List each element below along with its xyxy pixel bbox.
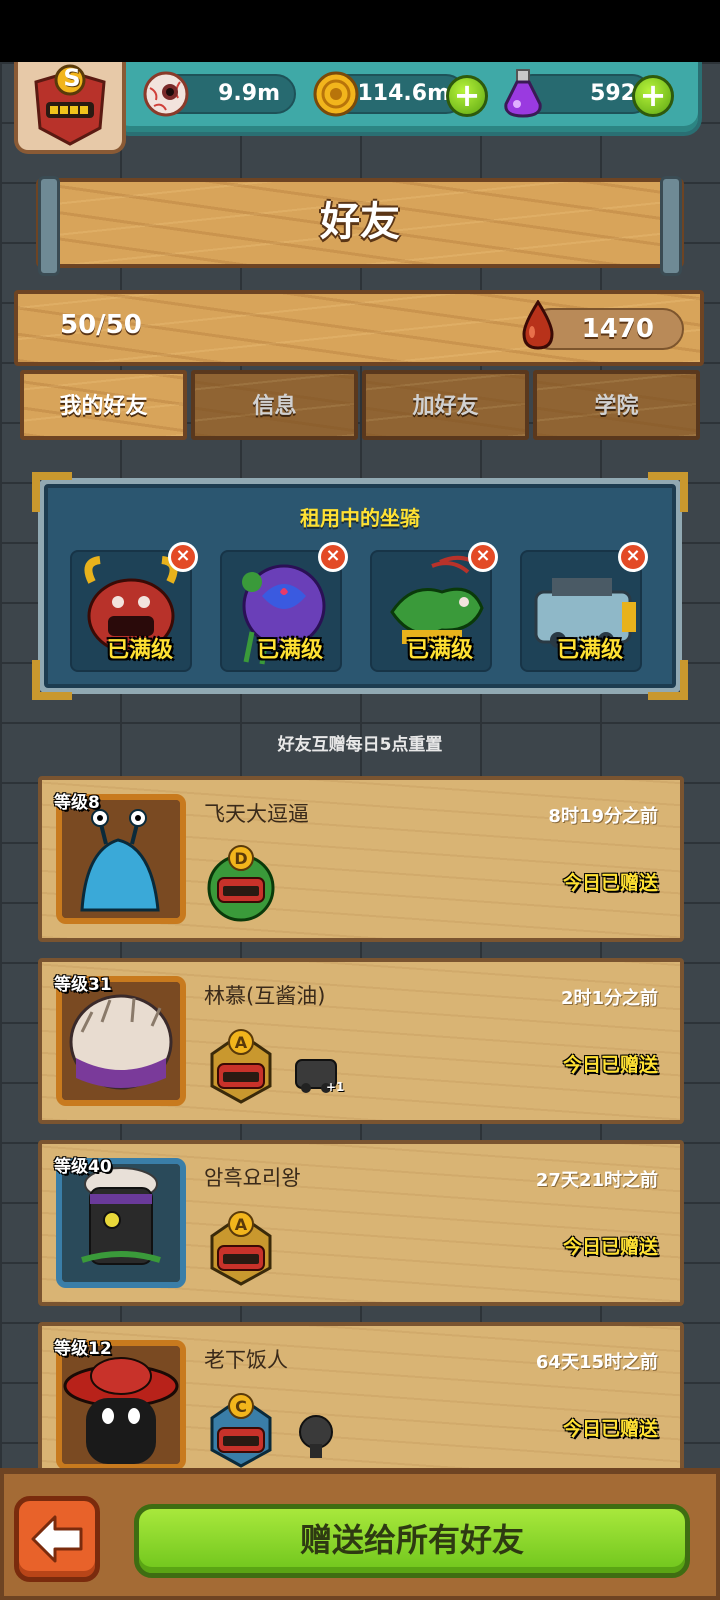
shell-monster-icon <box>62 982 180 1100</box>
rank-badge-icon: D <box>207 845 275 922</box>
mount-remove-button[interactable]: × <box>618 542 648 572</box>
friend-name: 飞天大逗逼 <box>204 802 309 826</box>
mount-level-label: 已满级 <box>106 638 173 663</box>
blood-value: 1470 <box>581 314 654 344</box>
potion-icon <box>504 69 542 118</box>
friend-name: 암흑요리왕 <box>204 1166 301 1190</box>
friend-avatar <box>56 794 186 924</box>
friend-last-seen: 64天15时之前 <box>535 1352 658 1373</box>
title-board: 好友 <box>36 176 684 276</box>
rank-letter: A <box>235 1033 248 1052</box>
add-potion-button[interactable]: + <box>632 75 674 117</box>
back-button[interactable] <box>14 1496 100 1582</box>
friend-card[interactable]: 等级31 林慕(互酱油) 2时1分之前 A +1 今日已赠送 <box>38 958 684 1124</box>
friend-name: 老下饭人 <box>204 1348 288 1372</box>
friend-name: 林慕(互酱油) <box>204 984 326 1008</box>
close-icon: × <box>175 545 191 566</box>
friend-card[interactable]: 等级12 老下饭人 64天15时之前 C 今日已赠送 <box>38 1322 684 1488</box>
rank-badge-icon: C <box>210 1393 272 1468</box>
close-icon: × <box>625 545 641 566</box>
plus-icon: + <box>639 76 667 114</box>
friend-avatar <box>56 976 186 1106</box>
friend-card[interactable]: 等级8 飞天大逗逼 8时19分之前 D 今日已赠送 <box>38 776 684 942</box>
gift-status: 今日已赠送 <box>562 1236 658 1258</box>
hat-monster-icon <box>62 1346 180 1464</box>
arrow-left-icon <box>31 1515 83 1563</box>
tab-academy[interactable]: 学院 <box>533 370 700 440</box>
friends-tabs: 我的好友 信息 加好友 学院 <box>20 370 704 440</box>
rank-letter: D <box>234 849 247 868</box>
rank-letter: A <box>235 1215 248 1234</box>
friend-card[interactable]: 等级40 암흑요리왕 27天21时之前 A 今日已赠送 <box>38 1140 684 1306</box>
coin-value: 114.6m <box>357 81 450 106</box>
gift-all-friends-button[interactable]: 赠送给所有好友 <box>134 1504 690 1578</box>
gift-status: 今日已赠送 <box>562 872 658 894</box>
mount-remove-button[interactable]: × <box>168 542 198 572</box>
mounts-title: 租用中的坐骑 <box>300 506 420 530</box>
chef-monster-icon <box>62 1164 180 1282</box>
blood-drop-icon <box>522 300 554 350</box>
mount-slot[interactable]: × 已满级 <box>70 542 198 672</box>
daily-reset-note: 好友互赠每日5点重置 <box>277 735 443 755</box>
friend-last-seen: 8时19分之前 <box>548 806 658 827</box>
add-coins-button[interactable]: + <box>446 75 488 117</box>
mini-mount-icon <box>299 1415 333 1458</box>
friend-avatar <box>56 1158 186 1288</box>
mount-level-label: 已满级 <box>406 638 473 663</box>
coin-icon <box>313 71 359 117</box>
friend-count: 50/50 <box>60 310 142 340</box>
player-avatar-badge[interactable]: S <box>14 62 126 154</box>
close-icon: × <box>475 545 491 566</box>
tab-my-friends[interactable]: 我的好友 <box>20 370 187 440</box>
mount-slot[interactable]: × 已满级 <box>520 542 648 672</box>
mount-slot[interactable]: × 已满级 <box>220 542 348 672</box>
eyeball-icon <box>143 71 189 117</box>
friend-level: 等级12 <box>54 1339 112 1359</box>
player-rank-letter: S <box>63 64 81 92</box>
friend-stats-board: 50/50 1470 <box>14 290 704 366</box>
tab-messages[interactable]: 信息 <box>191 370 358 440</box>
rank-badge-icon: A <box>210 1211 272 1286</box>
friend-level: 等级8 <box>54 793 100 813</box>
gift-status: 今日已赠送 <box>562 1418 658 1440</box>
tab-add-friend[interactable]: 加好友 <box>362 370 529 440</box>
friend-last-seen: 2时1分之前 <box>560 988 658 1009</box>
panel-corner <box>648 660 688 700</box>
rank-letter: C <box>235 1397 247 1416</box>
eyeball-value: 9.9m <box>218 81 280 106</box>
friend-avatar <box>56 1340 186 1470</box>
gift-status: 今日已赠送 <box>562 1054 658 1076</box>
blue-slug-monster-icon <box>62 800 180 918</box>
friend-level: 等级40 <box>54 1157 112 1177</box>
plus-icon: + <box>453 76 481 114</box>
extra-mount-count: +1 <box>326 1080 345 1094</box>
mount-level-label: 已满级 <box>556 638 623 663</box>
close-icon: × <box>325 545 341 566</box>
friend-last-seen: 27天21时之前 <box>535 1170 658 1191</box>
status-bar <box>0 0 720 62</box>
potion-value: 592 <box>590 81 636 106</box>
mount-slot[interactable]: × 已满级 <box>370 542 498 672</box>
mount-level-label: 已满级 <box>256 638 323 663</box>
mount-remove-button[interactable]: × <box>318 542 348 572</box>
resource-bar: 9.9m 114.6m + 592 + <box>112 62 702 136</box>
friend-level: 等级31 <box>54 975 112 995</box>
mount-remove-button[interactable]: × <box>468 542 498 572</box>
page-title: 好友 <box>320 199 400 245</box>
panel-corner <box>32 660 72 700</box>
rented-mounts-panel: 租用中的坐骑 × 已满级 × 已满级 × 已满级 × 已满级 <box>32 472 688 700</box>
rank-badge-icon: A <box>210 1029 272 1104</box>
